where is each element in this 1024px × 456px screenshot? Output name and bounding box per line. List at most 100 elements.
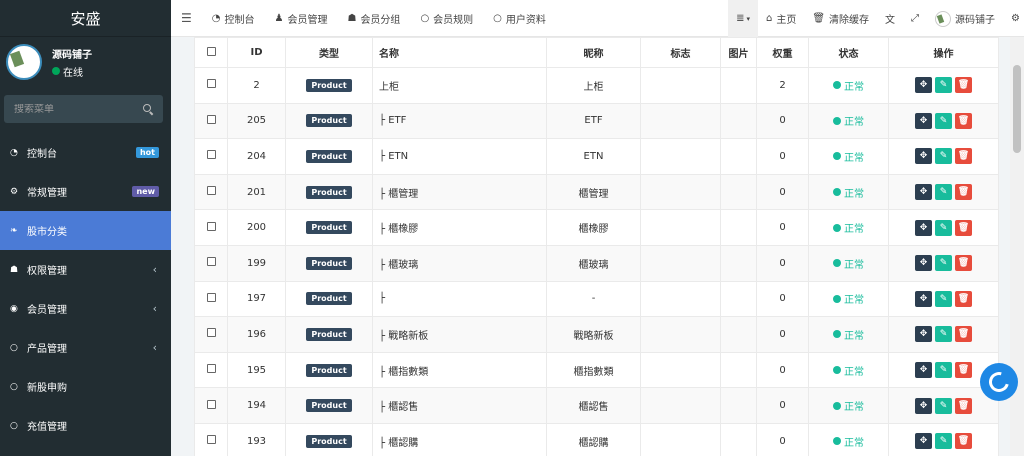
sidebar-item-recharge[interactable]: ○ 充值管理 — [0, 406, 171, 445]
sidebar-item-dashboard[interactable]: ◔ 控制台 hot — [0, 133, 171, 172]
tab-member-management[interactable]: ♟ 会员管理 — [265, 0, 338, 37]
edit-button[interactable]: ✎ — [935, 184, 952, 201]
delete-button[interactable]: 🗑 — [955, 219, 972, 236]
delete-button[interactable]: 🗑 — [955, 362, 972, 379]
search-input[interactable] — [14, 103, 114, 115]
sidebar-item-ipo[interactable]: ○ 新股申购 — [0, 367, 171, 406]
delete-button[interactable]: 🗑 — [955, 326, 972, 343]
settings-button[interactable]: ⚙ — [1003, 0, 1024, 37]
scrollbar-thumb[interactable] — [1013, 65, 1021, 153]
delete-button[interactable]: 🗑 — [955, 255, 972, 272]
col-header-flag[interactable]: 标志 — [640, 37, 721, 68]
delete-button[interactable]: 🗑 — [955, 290, 972, 307]
fullscreen-button[interactable]: ⤢ — [903, 0, 927, 37]
row-checkbox[interactable] — [206, 399, 216, 409]
cell-nickname: 櫃管理 — [546, 173, 641, 211]
edit-button[interactable]: ✎ — [935, 362, 952, 379]
delete-button[interactable]: 🗑 — [955, 77, 972, 94]
arrows-icon: ✥ — [919, 400, 928, 411]
edit-button[interactable]: ✎ — [935, 219, 952, 236]
edit-button[interactable]: ✎ — [935, 148, 952, 165]
edit-button[interactable]: ✎ — [935, 255, 952, 272]
language-button[interactable]: 文 — [877, 0, 903, 37]
table-row[interactable]: 195 Product ├ 櫃指數類 櫃指數類 0 正常 ✥ ✎ 🗑 — [194, 351, 999, 389]
drag-move-button[interactable]: ✥ — [915, 290, 932, 307]
table-row[interactable]: 205 Product ├ ETF ETF 0 正常 ✥ ✎ 🗑 — [194, 102, 999, 140]
sidebar-item-permissions[interactable]: ☗ 权限管理 ‹ — [0, 250, 171, 289]
clear-cache-button[interactable]: 🗑 清除缓存 — [804, 0, 877, 37]
row-checkbox[interactable] — [206, 364, 216, 374]
drag-move-button[interactable]: ✥ — [915, 184, 932, 201]
col-header-weight[interactable]: 权重 — [756, 37, 809, 68]
user-menu[interactable]: 源码铺子 — [927, 0, 1003, 37]
tab-user-profile[interactable]: ○ 用户资料 — [483, 0, 556, 37]
table-row[interactable]: 194 Product ├ 櫃認售 櫃認售 0 正常 ✥ ✎ 🗑 — [194, 387, 999, 424]
col-header-name[interactable]: 名称 — [372, 37, 547, 68]
delete-button[interactable]: 🗑 — [955, 148, 972, 165]
drag-move-button[interactable]: ✥ — [915, 77, 932, 94]
tab-dashboard[interactable]: ◔ 控制台 — [202, 0, 265, 37]
tabs-dropdown-button[interactable]: ≣ ▾ — [728, 0, 758, 37]
table-row[interactable]: 197 Product ├ - 0 正常 ✥ ✎ 🗑 — [194, 280, 999, 318]
row-select-cell — [194, 351, 228, 389]
table-row[interactable]: 193 Product ├ 櫃認購 櫃認購 0 正常 ✥ ✎ 🗑 — [194, 422, 999, 456]
drag-move-button[interactable]: ✥ — [915, 255, 932, 272]
row-checkbox[interactable] — [206, 221, 216, 231]
drag-move-button[interactable]: ✥ — [915, 362, 932, 379]
delete-button[interactable]: 🗑 — [955, 397, 972, 414]
col-header-type[interactable]: 类型 — [285, 37, 373, 68]
edit-button[interactable]: ✎ — [935, 290, 952, 307]
table-row[interactable]: 196 Product ├ 戰略新板 戰略新板 0 正常 ✥ ✎ 🗑 — [194, 316, 999, 353]
select-all-checkbox[interactable] — [206, 46, 216, 56]
chat-float-button[interactable] — [980, 363, 1018, 401]
tab-member-rules[interactable]: ○ 会员规则 — [410, 0, 483, 37]
cell-id: 200 — [227, 209, 286, 246]
cell-nickname: 櫃認售 — [546, 387, 641, 424]
col-header-image[interactable]: 图片 — [720, 37, 757, 68]
table-header-row: ID 类型 名称 昵称 标志 图片 权重 状态 操作 — [194, 37, 999, 68]
sidebar-item-stock-category[interactable]: ❧ 股市分类 — [0, 211, 171, 250]
hamburger-menu-icon[interactable]: ☰ — [171, 11, 202, 25]
brand-logo[interactable]: 安盛 — [0, 0, 171, 37]
row-checkbox[interactable] — [206, 435, 216, 445]
col-header-status[interactable]: 状态 — [808, 37, 889, 68]
sidebar-item-products[interactable]: ○ 产品管理 ‹ — [0, 328, 171, 367]
drag-move-button[interactable]: ✥ — [915, 326, 932, 343]
row-checkbox[interactable] — [206, 150, 216, 160]
row-checkbox[interactable] — [206, 257, 216, 267]
sidebar-item-general[interactable]: ⚙ 常规管理 new — [0, 172, 171, 211]
table-row[interactable]: 200 Product ├ 櫃橡膠 櫃橡膠 0 正常 ✥ ✎ 🗑 — [194, 209, 999, 246]
row-checkbox[interactable] — [206, 292, 216, 302]
drag-move-button[interactable]: ✥ — [915, 433, 932, 450]
drag-move-button[interactable]: ✥ — [915, 112, 932, 129]
edit-button[interactable]: ✎ — [935, 397, 952, 414]
row-checkbox[interactable] — [206, 79, 216, 89]
edit-button[interactable]: ✎ — [935, 326, 952, 343]
cell-flag — [640, 138, 721, 175]
sidebar-item-members[interactable]: ◉ 会员管理 ‹ — [0, 289, 171, 328]
row-checkbox[interactable] — [206, 186, 216, 196]
drag-move-button[interactable]: ✥ — [915, 397, 932, 414]
search-icon[interactable] — [143, 104, 153, 114]
delete-button[interactable]: 🗑 — [955, 433, 972, 450]
row-checkbox[interactable] — [206, 328, 216, 338]
drag-move-button[interactable]: ✥ — [915, 148, 932, 165]
table-row[interactable]: 204 Product ├ ETN ETN 0 正常 ✥ ✎ 🗑 — [194, 138, 999, 175]
tab-member-group[interactable]: ☗ 会员分组 — [337, 0, 410, 37]
delete-button[interactable]: 🗑 — [955, 112, 972, 129]
cell-image — [720, 67, 757, 104]
home-link[interactable]: ⌂ 主页 — [758, 0, 804, 37]
delete-button[interactable]: 🗑 — [955, 184, 972, 201]
table-row[interactable]: 199 Product ├ 櫃玻璃 櫃玻璃 0 正常 ✥ ✎ 🗑 — [194, 244, 999, 282]
col-header-id[interactable]: ID — [227, 37, 286, 68]
edit-button[interactable]: ✎ — [935, 433, 952, 450]
cell-weight: 2 — [756, 67, 809, 104]
edit-button[interactable]: ✎ — [935, 77, 952, 94]
edit-button[interactable]: ✎ — [935, 112, 952, 129]
row-checkbox[interactable] — [206, 114, 216, 124]
drag-move-button[interactable]: ✥ — [915, 219, 932, 236]
table-row[interactable]: 201 Product ├ 櫃管理 櫃管理 0 正常 ✥ ✎ 🗑 — [194, 173, 999, 211]
sidebar-item-label: 产品管理 — [27, 344, 67, 355]
col-header-nickname[interactable]: 昵称 — [546, 37, 641, 68]
table-row[interactable]: 2 Product 上柜 上柜 2 正常 ✥ ✎ 🗑 — [194, 67, 999, 104]
